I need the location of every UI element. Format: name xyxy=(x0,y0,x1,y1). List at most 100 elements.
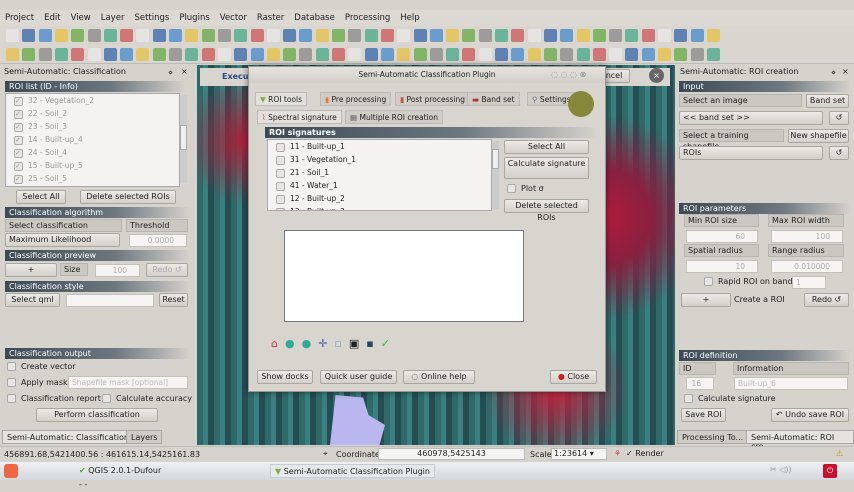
toolbar-tool-icon[interactable] xyxy=(217,48,231,61)
toolbar-tool-icon[interactable] xyxy=(87,29,101,42)
signature-item[interactable]: 31 - Vegetation_1 xyxy=(268,153,491,166)
toolbar-tool-icon[interactable] xyxy=(364,48,378,61)
create-vector-checkbox[interactable]: Create vector xyxy=(7,362,76,371)
toolbar-tool-icon[interactable] xyxy=(6,29,19,42)
tab-roi-tools[interactable]: ▼ ROI tools xyxy=(255,92,307,106)
toolbar-tool-icon[interactable] xyxy=(201,29,215,42)
roi-list-item[interactable]: ✓ 22 - Soil_2 xyxy=(6,107,179,120)
toolbar-tool-icon[interactable] xyxy=(250,48,264,61)
mask-input[interactable]: Shapefile mask [optional] xyxy=(68,376,188,389)
toolbar-tool-icon[interactable] xyxy=(576,29,590,42)
toolbar-tool-icon[interactable] xyxy=(364,29,378,42)
scrollbar[interactable] xyxy=(180,95,187,183)
toolbar-tool-icon[interactable] xyxy=(71,29,85,42)
preview-plus-button[interactable]: + xyxy=(5,263,57,277)
reset-button[interactable]: Reset xyxy=(159,293,188,307)
toolbar-tool-icon[interactable] xyxy=(397,29,411,42)
toolbar-tool-icon[interactable] xyxy=(169,48,182,61)
toolbar-tool-icon[interactable] xyxy=(592,48,606,61)
toolbar-tool-icon[interactable] xyxy=(462,48,476,61)
refresh-image-button[interactable]: ↺ xyxy=(829,111,849,125)
toolbar-tool-icon[interactable] xyxy=(690,29,704,42)
toolbar-tool-icon[interactable] xyxy=(185,48,199,61)
toolbar-tool-icon[interactable] xyxy=(429,29,443,42)
toolbar-tool-icon[interactable] xyxy=(38,29,52,42)
refresh-shapefile-button[interactable]: ↺ xyxy=(829,146,849,160)
tab-roi-creation[interactable]: Semi-Automatic: ROI cre... xyxy=(746,430,854,451)
toolbar-tool-icon[interactable] xyxy=(185,29,199,42)
delete-selected-rois-button[interactable]: Delete selected ROIs xyxy=(80,190,176,204)
toolbar-tool-icon[interactable] xyxy=(706,48,720,61)
toolbar-tool-icon[interactable] xyxy=(576,48,590,61)
menu-processing[interactable]: Processing xyxy=(340,10,395,26)
toolbar-tool-icon[interactable] xyxy=(706,29,720,42)
toolbar-tool-icon[interactable] xyxy=(625,29,639,42)
signature-list[interactable]: 11 - Built-up_1 31 - Vegetation_1 21 - Soi… xyxy=(267,139,492,211)
power-icon[interactable]: ⏻ xyxy=(823,464,837,478)
select-qml-button[interactable]: Select qml xyxy=(5,293,60,307)
toolbar-tool-icon[interactable] xyxy=(495,48,508,61)
toolbar-tool-icon[interactable] xyxy=(6,48,19,61)
menu-vector[interactable]: Vector xyxy=(215,10,252,26)
toolbar-tool-icon[interactable] xyxy=(266,48,280,61)
information-input[interactable]: Built-up_6 xyxy=(734,377,848,390)
quick-user-guide-button[interactable]: Quick user guide xyxy=(320,370,397,384)
toolbar-tool-icon[interactable] xyxy=(217,29,231,42)
signature-item[interactable]: 21 - Soil_1 xyxy=(268,166,491,179)
menu-project[interactable]: Project xyxy=(0,10,39,26)
home-icon[interactable]: ⌂ xyxy=(271,337,278,350)
toolbar-tool-icon[interactable] xyxy=(641,29,655,42)
toolbar-tool-icon[interactable] xyxy=(397,48,411,61)
toolbar-tool-icon[interactable] xyxy=(543,48,557,61)
toolbar-tool-icon[interactable] xyxy=(592,29,606,42)
float-icon[interactable]: ⋄ xyxy=(168,68,173,77)
toolbar-tool-icon[interactable] xyxy=(136,48,150,61)
render-checkbox[interactable]: ✓ Render xyxy=(626,449,664,458)
toolbar-tool-icon[interactable] xyxy=(527,29,541,42)
float-icon[interactable]: ⋄ xyxy=(831,68,836,77)
toolbar-tool-icon[interactable] xyxy=(315,48,329,61)
toolbar-tool-icon[interactable] xyxy=(462,29,476,42)
back-icon[interactable]: ● xyxy=(285,337,295,350)
redo-button[interactable]: Redo ↺ xyxy=(804,293,849,307)
qml-path-input[interactable] xyxy=(66,294,154,307)
scale-select[interactable]: 1:23614 ▾ xyxy=(551,448,607,460)
toolbar-tool-icon[interactable] xyxy=(413,29,427,42)
toolbar-tool-icon[interactable] xyxy=(348,29,362,42)
threshold-input[interactable]: 0.0000 xyxy=(129,234,187,247)
toolbar-tool-icon[interactable] xyxy=(87,48,101,61)
toolbar-tool-icon[interactable] xyxy=(641,48,655,61)
algorithm-select[interactable]: Maximum Likelihood xyxy=(5,233,120,247)
mouse-icon[interactable]: ⌖ xyxy=(323,449,328,459)
toolbar-tool-icon[interactable] xyxy=(625,48,639,61)
toolbar-tool-icon[interactable] xyxy=(658,48,671,61)
toolbar-tool-icon[interactable] xyxy=(136,29,150,42)
rapid-roi-checkbox[interactable]: Rapid ROI on band xyxy=(704,277,793,286)
toolbar-tool-icon[interactable] xyxy=(54,48,68,61)
tab-pre-processing[interactable]: ▮ Pre processing xyxy=(320,92,392,106)
toolbar-tool-icon[interactable] xyxy=(478,48,492,61)
new-shapefile-button[interactable]: New shapefile xyxy=(788,129,849,143)
calculate-signature-button[interactable]: Calculate signature xyxy=(504,157,589,179)
toolbar-tool-icon[interactable] xyxy=(380,48,394,61)
close-icon[interactable]: × xyxy=(649,68,664,83)
spatial-radius-input[interactable]: 10 xyxy=(686,260,758,273)
apply-mask-checkbox[interactable]: Apply mask xyxy=(7,378,68,387)
toolbar-tool-icon[interactable] xyxy=(413,48,427,61)
toolbar-tool-icon[interactable] xyxy=(609,48,623,61)
toolbar-tool-icon[interactable] xyxy=(380,29,394,42)
toolbar-tool-icon[interactable] xyxy=(152,48,166,61)
pan-icon[interactable]: ✛ xyxy=(318,337,327,350)
tab-processing-toolbox[interactable]: Processing To... xyxy=(677,430,749,444)
menu-help[interactable]: Help xyxy=(395,10,424,26)
toolbar-tool-icon[interactable] xyxy=(299,29,313,42)
toolbar-tool-icon[interactable] xyxy=(152,29,166,42)
toolbar-tool-icon[interactable] xyxy=(201,48,215,61)
toolbar-tool-icon[interactable] xyxy=(250,29,264,42)
start-menu-icon[interactable] xyxy=(4,464,18,478)
toolbar-tool-icon[interactable] xyxy=(543,29,557,42)
menu-edit[interactable]: Edit xyxy=(39,10,65,26)
show-docks-button[interactable]: Show docks xyxy=(257,370,313,384)
toolbar-tool-icon[interactable] xyxy=(560,48,574,61)
roi-list-item[interactable]: ✓ 15 - Built-up_5 xyxy=(6,159,179,172)
